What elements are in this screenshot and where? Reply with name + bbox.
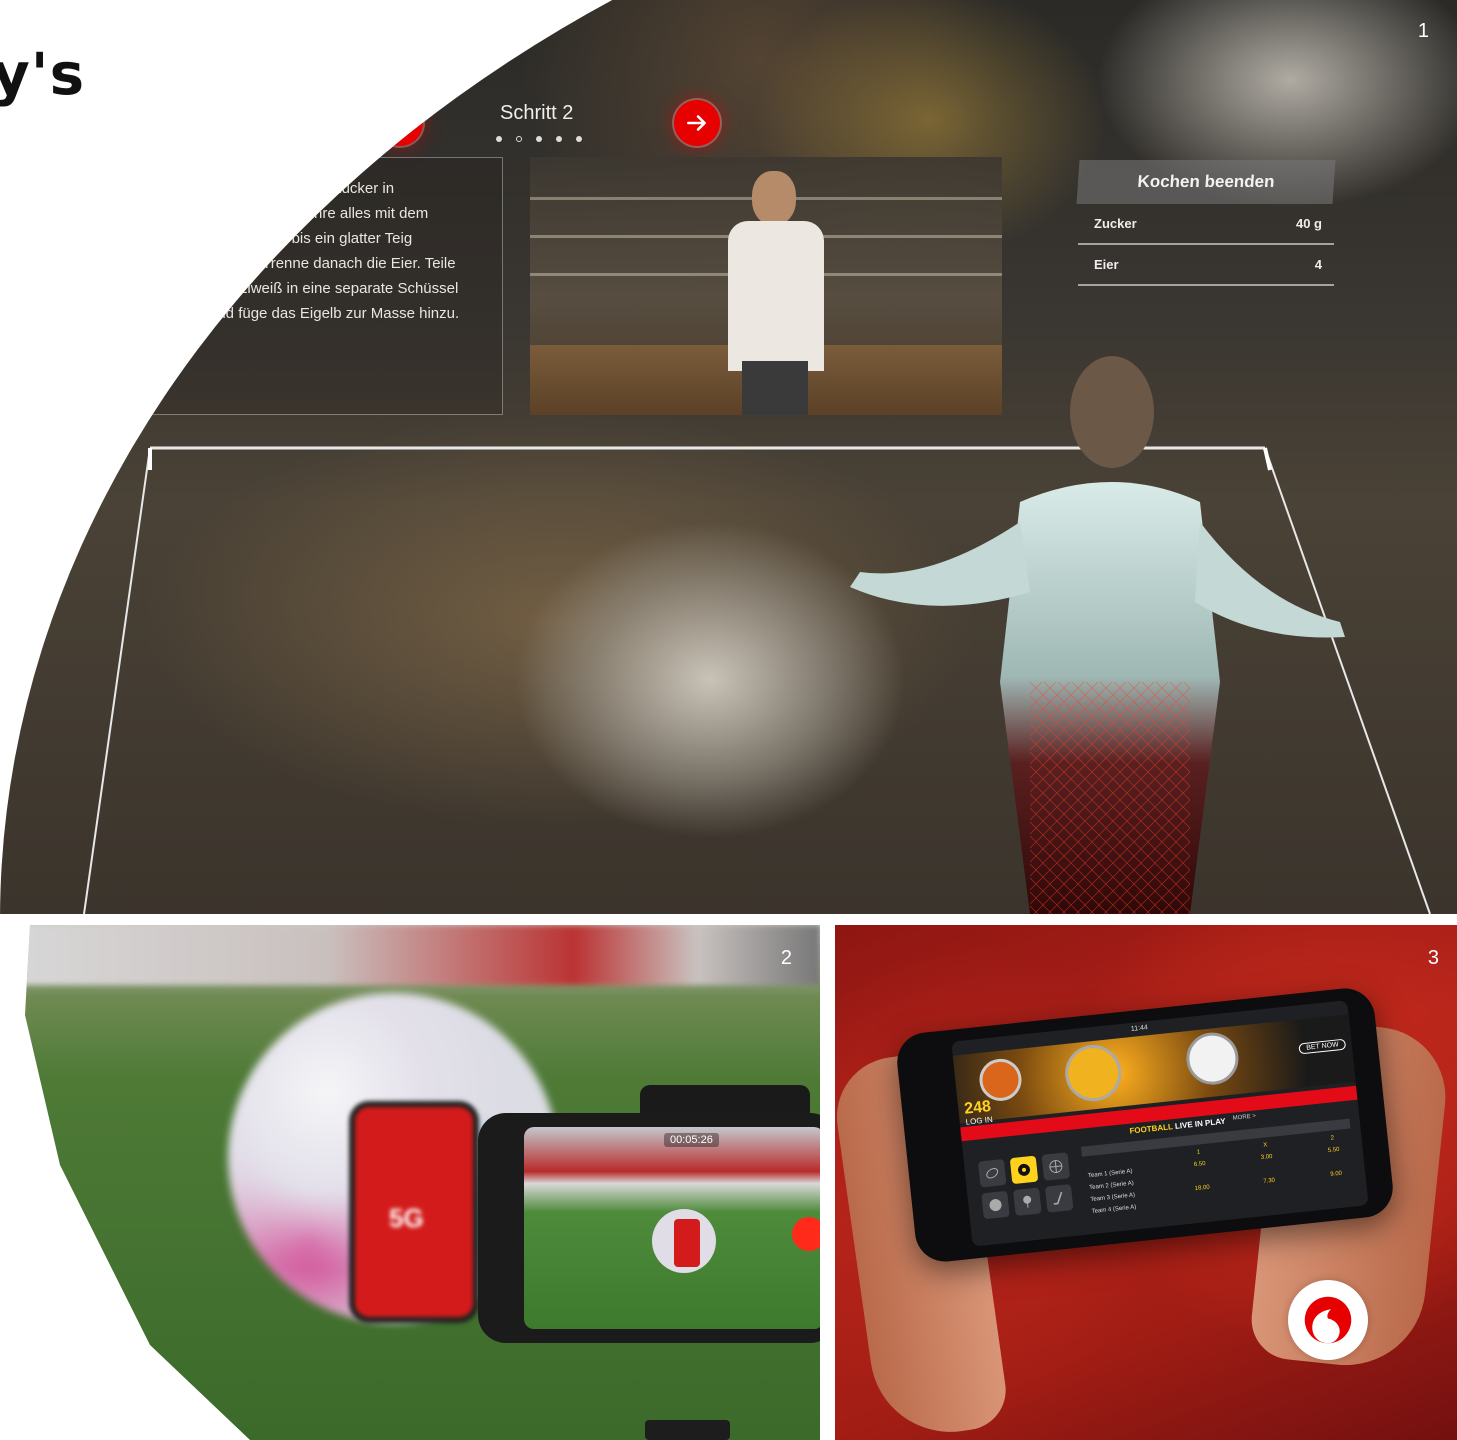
vodafone-logo-icon [1288, 1280, 1368, 1360]
instruction-line: und füge das Eigelb zur Masse hinzu. [209, 305, 460, 322]
step-dot-active[interactable] [516, 136, 522, 142]
ingredient-row: Zucker 40 g [1078, 204, 1334, 245]
golf-icon [1023, 1195, 1032, 1208]
odds-value[interactable]: 6.50 [1185, 1160, 1215, 1169]
status-time: 11:44 [1130, 1024, 1149, 1033]
hologram-chef-figure [850, 356, 1345, 914]
football-streaming-panel: 2 5G 00:05:26 [25, 925, 820, 1440]
football-icon [986, 1167, 999, 1179]
stadium-stands [25, 925, 820, 985]
slide-number: 1 [1417, 20, 1429, 42]
step-indicator [496, 136, 582, 142]
vodafone-speechmark-icon [1304, 1296, 1352, 1344]
ingredient-name: Eier [1094, 257, 1119, 272]
sport-tile-basketball[interactable] [1041, 1152, 1071, 1181]
coin-graphic [1062, 1042, 1125, 1104]
sport-selector [977, 1152, 1074, 1220]
sport-tile-golf[interactable] [1013, 1187, 1042, 1217]
column-header: 2 [1330, 1135, 1335, 1142]
viewfinder-phone [674, 1219, 700, 1267]
phone-on-ball: 5G [355, 1107, 473, 1317]
step-dot[interactable] [536, 136, 542, 142]
odds-value[interactable]: 5.50 [1318, 1146, 1348, 1155]
sport-tile-tennis[interactable] [981, 1190, 1010, 1220]
step-title: Schritt 2 [500, 102, 574, 124]
app-screen: 11:44 248 LOG IN BET NOW FOOTBALL LIVE I… [951, 1000, 1369, 1247]
section-heading-text: LIVE IN PLAY [1174, 1116, 1226, 1131]
odds-value[interactable]: 9.00 [1321, 1170, 1351, 1179]
page-title: y's [0, 40, 86, 108]
smartphone-camera: 00:05:26 [478, 1113, 820, 1343]
hero-panel-ar-cooking: 1 Schritt 2 ch. Mehl und 40 g Zucker in … [0, 0, 1457, 914]
soccer-ball-graphic [1183, 1030, 1242, 1088]
ingredient-row: Eier 4 [1078, 245, 1334, 286]
hockey-icon [1053, 1191, 1063, 1205]
phone-badge: 5G [389, 1203, 424, 1233]
instruction-line: ch. Mehl und 40 g Zucker in [209, 180, 395, 197]
instruction-line: das Eiweiß in eine separate Schüssel [209, 280, 459, 297]
more-link[interactable]: MORE > [1233, 1113, 1257, 1121]
odds-value[interactable]: 7.30 [1254, 1177, 1284, 1186]
team-name: Team 4 (Serie A) [1091, 1204, 1137, 1216]
step-dot[interactable] [576, 136, 582, 142]
odds-value[interactable]: 3.00 [1251, 1153, 1281, 1162]
recording-timer: 00:05:26 [664, 1133, 719, 1147]
mount-base [645, 1420, 730, 1440]
next-step-button[interactable] [674, 100, 720, 146]
betting-app-panel: 3 11:44 248 LOG IN BET NOW FOOTBALL LIVE… [835, 925, 1457, 1440]
ingredient-amount: 40 g [1295, 216, 1322, 231]
arrow-left-icon [391, 115, 410, 131]
step-dot[interactable] [496, 136, 502, 142]
sport-tile-soccer[interactable] [1009, 1155, 1039, 1185]
section-heading-accent: FOOTBALL [1129, 1122, 1174, 1136]
column-header: 1 [1196, 1149, 1201, 1156]
ingredient-name: Zucker [1094, 216, 1137, 231]
ingredients-panel: Kochen beenden Zucker 40 g Eier 4 [1076, 160, 1336, 286]
chef-video-figure [720, 171, 830, 415]
ingredient-amount: 4 [1314, 257, 1322, 272]
instruction-line: Schüssel. Verrühre alles mit dem [209, 205, 429, 222]
camera-viewfinder: 00:05:26 [524, 1127, 820, 1329]
arrow-right-icon [687, 115, 706, 131]
end-cooking-button[interactable]: Kochen beenden [1076, 160, 1336, 204]
instruction-line: hneebesen, bis ein glatter Teig [209, 230, 413, 247]
instruction-line: ntsteht. Trenne danach die Eier. Teile [209, 255, 456, 272]
basketball-icon [1049, 1160, 1063, 1174]
tennis-icon [989, 1199, 1002, 1212]
instruction-panel: ch. Mehl und 40 g Zucker in Schüssel. Ve… [134, 157, 503, 415]
record-button[interactable] [792, 1217, 820, 1251]
column-header: X [1263, 1142, 1268, 1149]
soccer-ball-icon [1018, 1163, 1031, 1176]
basketball-graphic [977, 1056, 1024, 1103]
step-dot[interactable] [556, 136, 562, 142]
odds-value[interactable]: 18.00 [1187, 1184, 1217, 1193]
slide-number: 3 [1427, 947, 1439, 969]
odds-table: 1 X 2 Team 1 (Serie A) 6.50 3.00 5.50 Te… [1080, 1118, 1357, 1219]
sport-tile-hockey[interactable] [1044, 1184, 1074, 1213]
slide-number: 2 [780, 947, 792, 969]
sport-tile-american-football[interactable] [977, 1158, 1007, 1188]
previous-step-button[interactable] [377, 100, 423, 146]
